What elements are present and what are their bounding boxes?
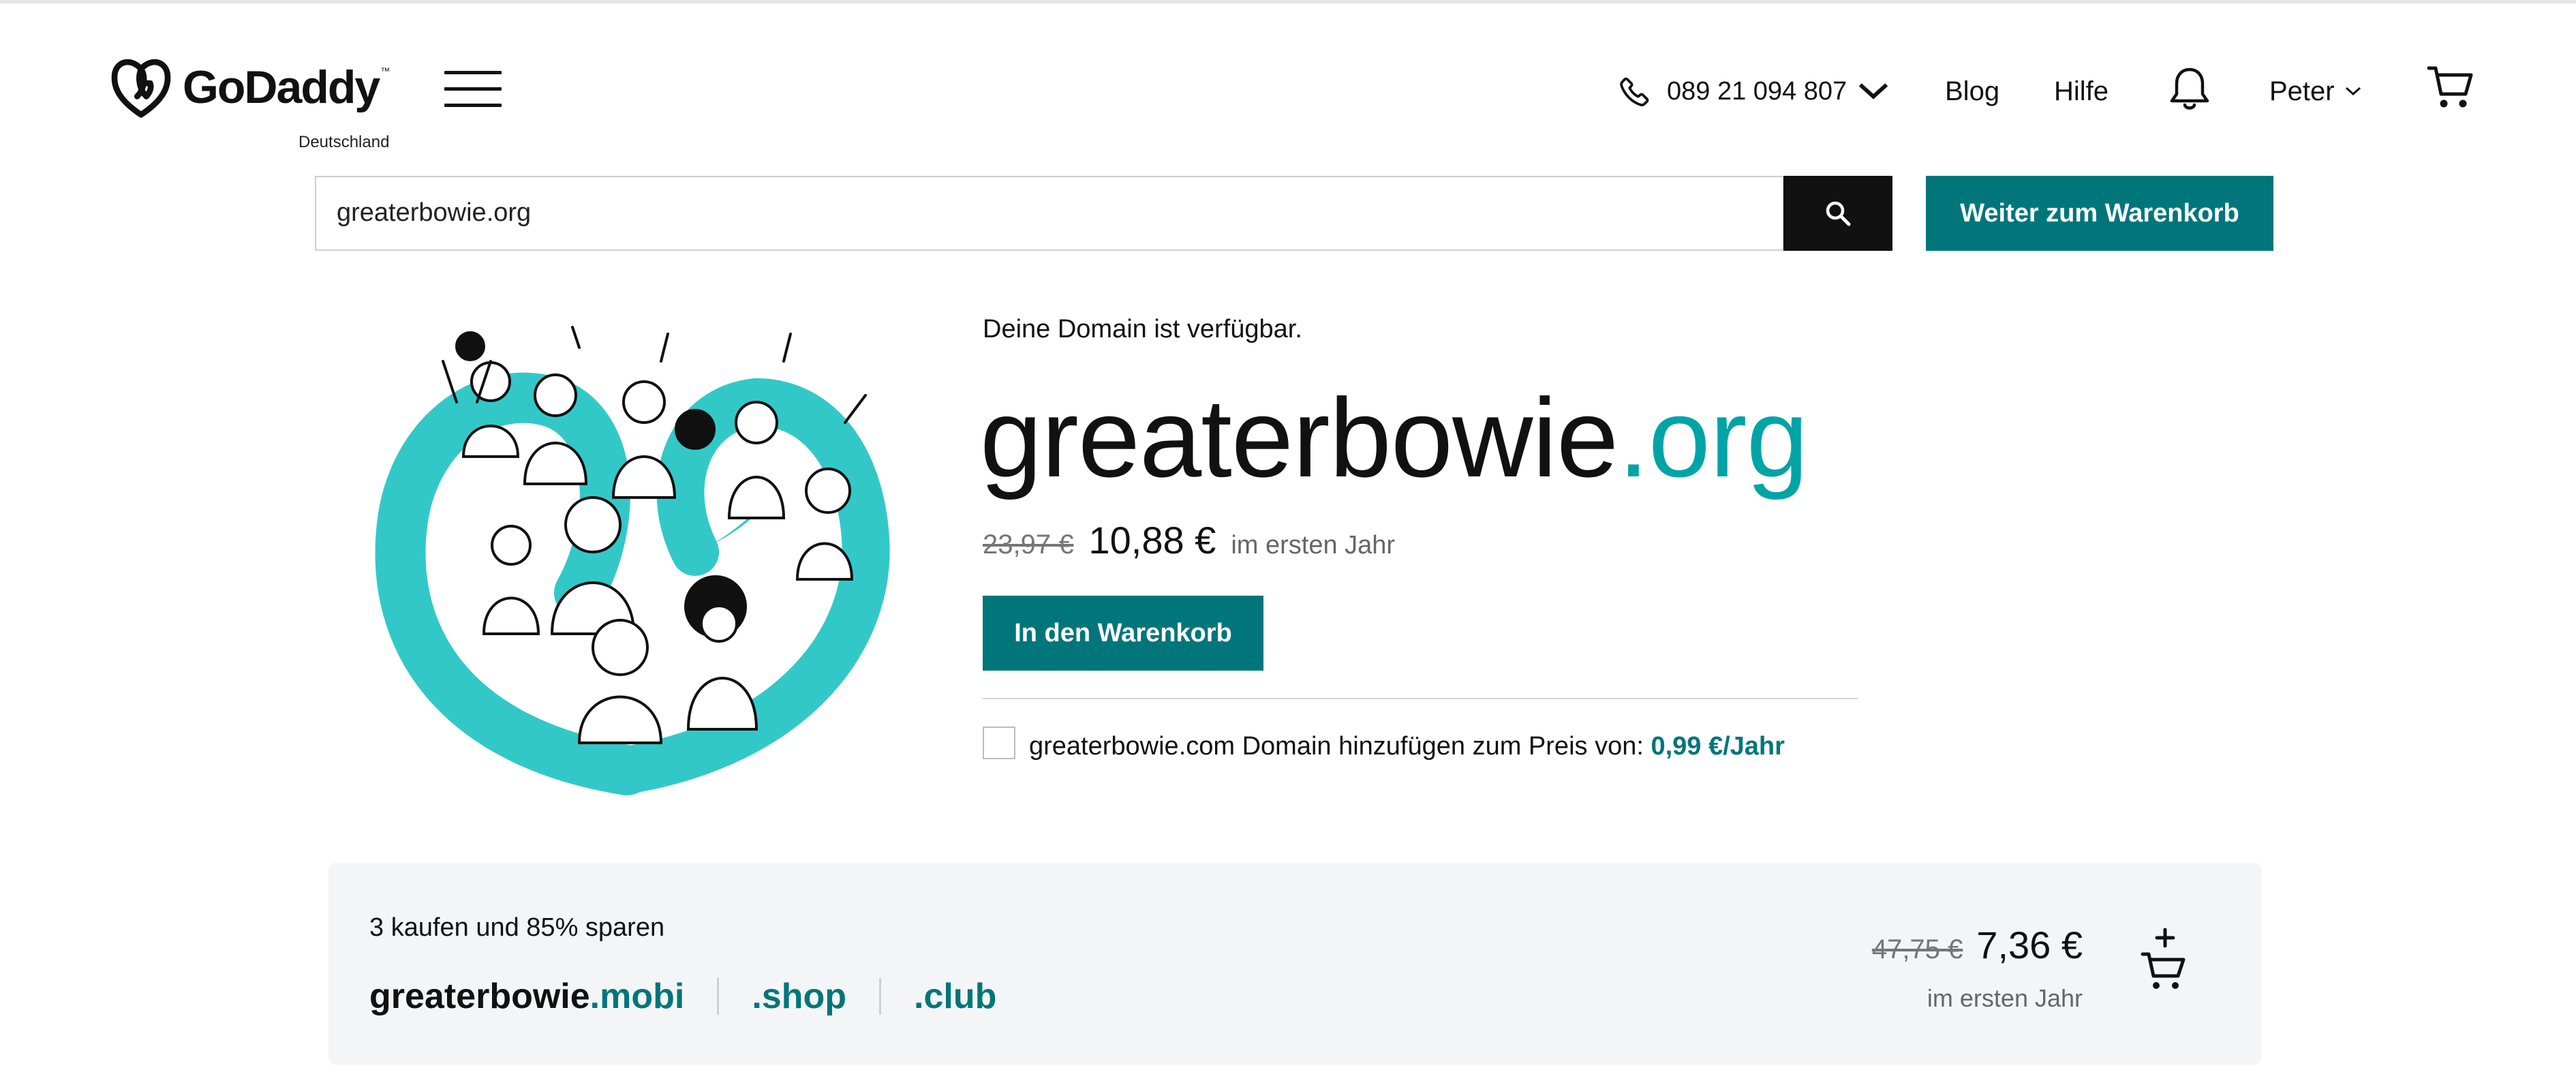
bundle-price-row: 47,75 € 7,36 € xyxy=(1872,923,2083,967)
user-menu[interactable]: Peter xyxy=(2269,71,2362,112)
bundle-tld: .club xyxy=(914,977,997,1016)
domain-search-field[interactable] xyxy=(315,176,1788,251)
user-name: Peter xyxy=(2269,76,2335,106)
phone-number: 089 21 094 807 xyxy=(1667,76,1847,106)
chevron-down-icon xyxy=(2345,87,2361,96)
old-price: 23,97 € xyxy=(983,530,1074,560)
bundle-tld: .shop xyxy=(752,977,846,1016)
hamburger-menu-icon[interactable] xyxy=(444,71,502,108)
addon-domain-label: greaterbowie.com Domain hinzufügen zum P… xyxy=(1029,732,1785,761)
bundle-price-note: im ersten Jahr xyxy=(1927,984,2083,1012)
addon-price: 0,99 €/Jahr xyxy=(1651,732,1785,761)
divider xyxy=(983,698,1858,699)
godaddy-logo[interactable]: GoDaddy ™ xyxy=(108,55,390,120)
nav-blog-link[interactable]: Blog xyxy=(1945,71,1999,112)
nav-help-link[interactable]: Hilfe xyxy=(2054,71,2109,112)
bundle-tld: .mobi xyxy=(589,977,685,1016)
continue-to-cart-button[interactable]: Weiter zum Warenkorb xyxy=(1926,176,2273,251)
separator xyxy=(717,978,720,1015)
bundle-domain-list: greaterbowie .mobi .shop .club xyxy=(369,976,996,1017)
logo-trademark: ™ xyxy=(380,65,390,76)
bundle-title: 3 kaufen und 85% sparen xyxy=(369,913,665,942)
add-to-cart-icon[interactable] xyxy=(2140,926,2190,994)
bell-icon[interactable] xyxy=(2167,65,2212,114)
price-note: im ersten Jahr xyxy=(1231,531,1396,560)
search-button[interactable] xyxy=(1783,176,1892,251)
domain-name: greaterbowie xyxy=(980,376,1619,500)
phone-dropdown[interactable]: 089 21 094 807 xyxy=(1618,71,1905,112)
godaddy-logo-icon xyxy=(111,59,171,118)
domain-title: greaterbowie.org xyxy=(980,373,1809,503)
bundle-current-price: 7,36 € xyxy=(1976,923,2083,966)
phone-icon xyxy=(1620,77,1649,106)
search-icon xyxy=(1826,201,1851,226)
top-border xyxy=(0,0,2576,3)
addon-domain-checkbox[interactable] xyxy=(983,727,1015,759)
domain-search-input[interactable] xyxy=(316,177,1788,248)
availability-message: Deine Domain ist verfügbar. xyxy=(983,315,1302,343)
addon-text: greaterbowie.com Domain hinzufügen zum P… xyxy=(1029,732,1644,761)
add-to-cart-button[interactable]: In den Warenkorb xyxy=(983,596,1263,671)
community-illustration xyxy=(375,326,890,795)
price-row: 23,97 € 10,88 € im ersten Jahr xyxy=(983,518,1395,562)
logo-text: GoDaddy xyxy=(183,61,380,113)
chevron-down-icon xyxy=(1858,83,1888,100)
bundle-domain-name: greaterbowie xyxy=(369,977,590,1016)
current-price: 10,88 € xyxy=(1088,519,1216,562)
domain-tld: .org xyxy=(1618,376,1809,500)
separator xyxy=(879,978,881,1015)
bundle-old-price: 47,75 € xyxy=(1871,934,1963,964)
cart-icon[interactable] xyxy=(2426,63,2475,112)
region-label: Deutschland xyxy=(298,133,390,151)
